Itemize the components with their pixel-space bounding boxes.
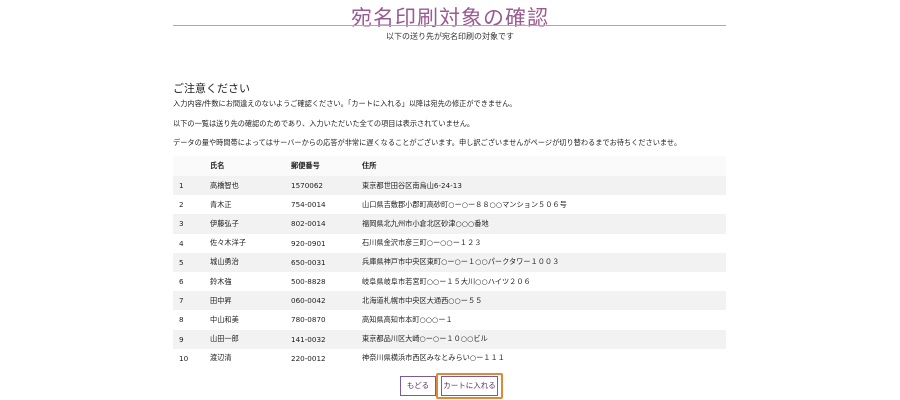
- row-address: 北海道札幌市中央区大通西○○ー５５: [356, 291, 726, 311]
- row-no: 7: [173, 291, 204, 311]
- cart-button-highlight: カートに入れる: [436, 373, 503, 399]
- row-zip: 1570062: [285, 176, 356, 196]
- row-name: 城山勇治: [204, 252, 285, 272]
- row-no: 5: [173, 252, 204, 272]
- header-no: [173, 156, 204, 176]
- table-row: 8 中山和美 780-0870 高知県高知市本町○○○ー１: [173, 310, 726, 330]
- row-address: 福岡県北九州市小倉北区砂津○○○番地: [356, 214, 726, 234]
- table-row: 5 城山勇治 650-0031 兵庫県神戸市中央区東町○ー○ー１○○パークタワー…: [173, 252, 726, 272]
- row-zip: 780-0870: [285, 310, 356, 330]
- row-name: 佐々木洋子: [204, 233, 285, 253]
- address-table: 氏名 郵便番号 住所 1 高橋智也 1570062 東京都世田谷区南烏山6-24…: [173, 156, 726, 368]
- row-no: 4: [173, 233, 204, 253]
- row-no: 10: [173, 348, 204, 368]
- table-header-row: 氏名 郵便番号 住所: [173, 156, 726, 176]
- row-name: 青木正: [204, 195, 285, 215]
- row-no: 1: [173, 176, 204, 196]
- row-address: 東京都品川区大崎○ー○ー１０○○ビル: [356, 329, 726, 349]
- row-address: 兵庫県神戸市中央区東町○ー○ー１○○パークタワー１００３: [356, 252, 726, 272]
- row-name: 田中昇: [204, 291, 285, 311]
- table-row: 9 山田一郎 141-0032 東京都品川区大崎○ー○ー１０○○ビル: [173, 329, 726, 349]
- title-divider: [173, 25, 726, 26]
- row-address: 石川県金沢市彦三町○ー○○ー１２３: [356, 233, 726, 253]
- row-zip: 754-0014: [285, 195, 356, 215]
- page-subtitle: 以下の送り先が宛名印刷の対象です: [386, 32, 514, 41]
- row-zip: 500-8828: [285, 271, 356, 292]
- row-address: 山口県吉敷郡小郡町高砂町○ー○ー８８○○マンション５０６号: [356, 195, 726, 215]
- row-zip: 220-0012: [285, 348, 356, 368]
- notice-heading: ご注意ください: [173, 82, 250, 95]
- table-row: 2 青木正 754-0014 山口県吉敷郡小郡町高砂町○ー○ー８８○○マンション…: [173, 195, 726, 215]
- table-row: 7 田中昇 060-0042 北海道札幌市中央区大通西○○ー５５: [173, 291, 726, 311]
- notice-line-2: 以下の一覧は送り先の確認のためであり、入力いただいた全ての項目は表示されていませ…: [173, 119, 475, 128]
- header-zip: 郵便番号: [285, 156, 356, 176]
- row-address: 岐阜県岐阜市若宮町○○ー１５大川○○ハイツ２０６: [356, 271, 726, 292]
- row-zip: 802-0014: [285, 214, 356, 234]
- add-to-cart-button[interactable]: カートに入れる: [441, 376, 498, 396]
- row-no: 8: [173, 310, 204, 330]
- row-address: 神奈川県横浜市西区みなとみらい○ー１１１: [356, 348, 726, 368]
- table-row: 3 伊藤弘子 802-0014 福岡県北九州市小倉北区砂津○○○番地: [173, 214, 726, 234]
- row-no: 3: [173, 214, 204, 234]
- notice-line-1: 入力内容/件数にお間違えのないようご確認ください。「カートに入れる」以降は宛先の…: [173, 99, 517, 108]
- row-name: 高橋智也: [204, 176, 285, 196]
- row-zip: 060-0042: [285, 291, 356, 311]
- table-row: 4 佐々木洋子 920-0901 石川県金沢市彦三町○ー○○ー１２３: [173, 233, 726, 253]
- table-row: 6 鈴木強 500-8828 岐阜県岐阜市若宮町○○ー１５大川○○ハイツ２０６: [173, 271, 726, 292]
- back-button[interactable]: もどる: [400, 376, 436, 396]
- notice-line-3: データの量や時間帯によってはサーバーからの応答が非常に遅くなることがございます。…: [173, 138, 682, 147]
- table-row: 1 高橋智也 1570062 東京都世田谷区南烏山6-24-13: [173, 176, 726, 196]
- table-row: 10 渡辺清 220-0012 神奈川県横浜市西区みなとみらい○ー１１１: [173, 348, 726, 368]
- row-no: 6: [173, 271, 204, 292]
- row-address: 東京都世田谷区南烏山6-24-13: [356, 176, 726, 196]
- row-no: 2: [173, 195, 204, 215]
- row-address: 高知県高知市本町○○○ー１: [356, 310, 726, 330]
- row-name: 鈴木強: [204, 271, 285, 292]
- page-title: 宛名印刷対象の確認: [351, 6, 549, 30]
- row-zip: 920-0901: [285, 233, 356, 253]
- row-no: 9: [173, 329, 204, 349]
- row-zip: 141-0032: [285, 329, 356, 349]
- row-name: 伊藤弘子: [204, 214, 285, 234]
- header-address: 住所: [356, 156, 726, 176]
- row-name: 渡辺清: [204, 348, 285, 368]
- row-name: 山田一郎: [204, 329, 285, 349]
- row-zip: 650-0031: [285, 252, 356, 272]
- row-name: 中山和美: [204, 310, 285, 330]
- header-name: 氏名: [204, 156, 285, 176]
